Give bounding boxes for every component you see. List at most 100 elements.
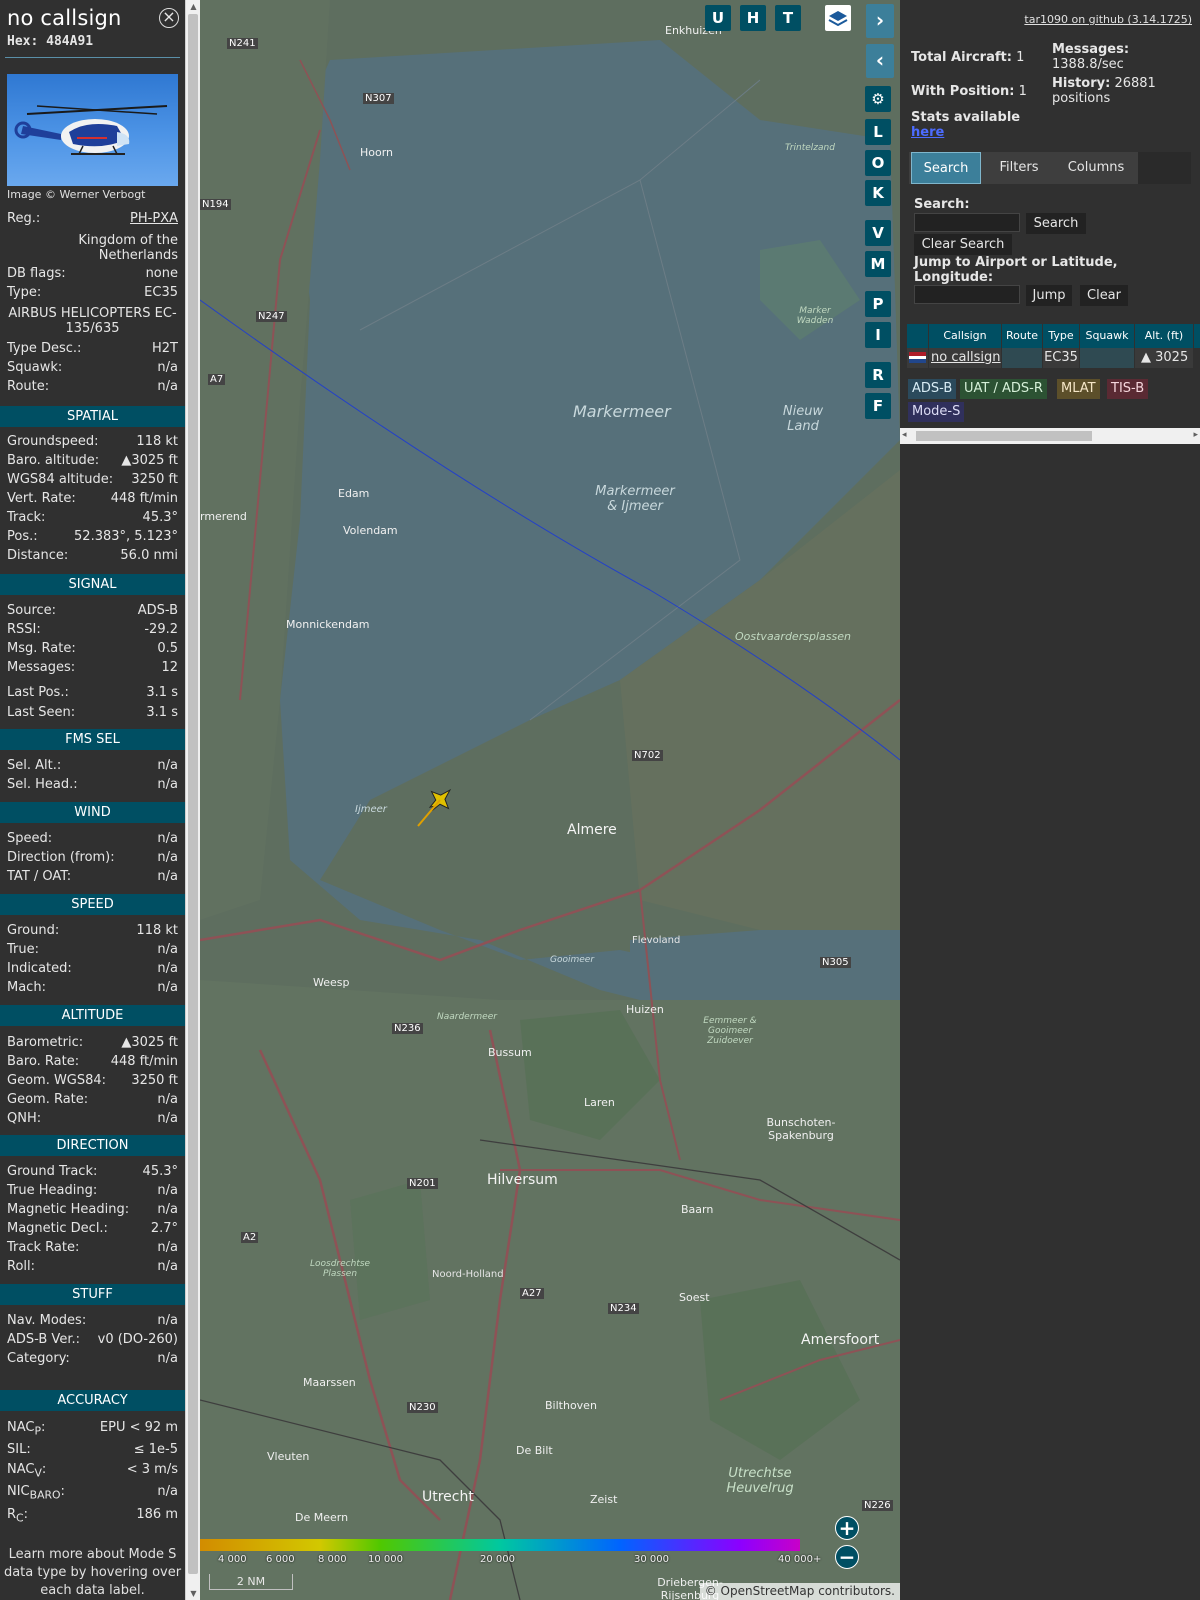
search-button[interactable]: Search [1026, 213, 1086, 234]
close-icon[interactable]: × [159, 8, 179, 28]
source-badge-tisb: TIS-B [1107, 379, 1149, 399]
section-accuracy: ACCURACY [0, 1390, 185, 1411]
field-label: Distance: [7, 548, 69, 563]
table-horizontal-scrollbar[interactable]: ◂ ▸ [900, 428, 1200, 444]
messages-value: 1388.8/sec [1052, 57, 1124, 72]
map-toggle-v-button[interactable]: V [865, 220, 891, 246]
learn-more-line: Learn more about Mode S [8, 1547, 177, 1562]
map-toggle-p-button[interactable]: P [865, 291, 891, 317]
field-value: 45.3° [142, 510, 178, 525]
hex-row: Hex: 484A91 [0, 34, 185, 52]
field-value: 56.0 nmi [120, 548, 178, 563]
field-value: n/a [157, 869, 178, 884]
road-label: N307 [363, 93, 394, 104]
field-label: Barometric: [7, 1035, 84, 1050]
map-canvas[interactable] [200, 0, 900, 1600]
place-label: De Meern [295, 1511, 349, 1524]
scrollbar-thumb[interactable] [916, 431, 1092, 441]
clear-button[interactable]: Clear [1080, 285, 1128, 306]
chevron-right-icon[interactable]: › [866, 4, 894, 38]
type-desc-value: H2T [152, 341, 178, 356]
search-input[interactable] [914, 213, 1020, 232]
scroll-right-icon[interactable]: ▸ [1193, 430, 1198, 440]
map-toggle-m-button[interactable]: M [865, 251, 891, 277]
spatial-row: WGS84 altitude: 3250 ft [7, 472, 178, 490]
map-toggle-l-button[interactable]: L [865, 119, 891, 145]
column-header-route[interactable]: Route [1002, 324, 1042, 348]
place-label: rmerend [200, 510, 247, 523]
map-toggle-r-button[interactable]: R [865, 362, 891, 388]
altitude-row: Geom. WGS84: 3250 ft [7, 1073, 178, 1091]
field-label: SIL: [7, 1442, 31, 1457]
map-toggle-i-button[interactable]: I [865, 322, 891, 348]
db-flags-value: none [145, 266, 178, 281]
accuracy-row: SIL: ≤ 1e-5 [7, 1442, 178, 1460]
place-label: Laren [584, 1096, 615, 1109]
reg-link[interactable]: PH-PXA [130, 211, 178, 226]
column-header-callsign[interactable]: Callsign [929, 324, 1001, 348]
type-row: Type: EC35 [7, 285, 178, 303]
map-toggle-o-button[interactable]: O [865, 150, 891, 176]
callsign-cell[interactable]: no callsign [929, 348, 1001, 368]
column-header-type[interactable]: Type [1043, 324, 1079, 348]
field-label: TAT / OAT: [7, 869, 72, 884]
zoom-out-button[interactable]: − [835, 1545, 859, 1569]
altitude-cell: ▲ 3025 [1135, 348, 1193, 368]
place-label: Almere [567, 822, 617, 838]
osm-link[interactable]: OpenStreetMap [721, 1584, 815, 1598]
scroll-down-icon[interactable]: ▼ [186, 1587, 201, 1600]
map-toggle-u-button[interactable]: U [705, 5, 731, 31]
speed-row: True: n/a [7, 942, 178, 960]
map-view[interactable]: Enkhuizen Hoorn Markermeer Markermeer & … [200, 0, 900, 1600]
map-toggle-k-button[interactable]: K [865, 180, 891, 206]
squawk-value: n/a [157, 360, 178, 375]
map-toggle-f-button[interactable]: F [865, 393, 891, 419]
column-header-squawk[interactable]: Squawk [1080, 324, 1134, 348]
direction-row: Track Rate: n/a [7, 1240, 178, 1258]
spatial-row: Distance: 56.0 nmi [7, 548, 178, 566]
field-value: 3250 ft [131, 472, 178, 487]
column-header-altitude[interactable]: Alt. (ft) [1135, 324, 1193, 348]
jump-input[interactable] [914, 285, 1020, 304]
tab-filters[interactable]: Filters [984, 152, 1054, 184]
field-label: Magnetic Heading: [7, 1202, 130, 1217]
stats-here-link[interactable]: here [911, 125, 944, 140]
aircraft-info-panel: no callsign × Hex: 484A91 Image © Werner… [0, 0, 185, 1600]
table-row[interactable]: no callsign EC35 ▲ 3025 [907, 348, 1200, 368]
field-label: Nav. Modes: [7, 1313, 87, 1328]
scroll-left-icon[interactable]: ◂ [902, 430, 907, 440]
aircraft-photo[interactable] [7, 74, 178, 186]
tab-columns[interactable]: Columns [1057, 152, 1135, 184]
layers-icon[interactable] [825, 5, 851, 31]
github-link[interactable]: tar1090 on github (3.14.1725) [1024, 13, 1192, 26]
field-label: Geom. Rate: [7, 1092, 89, 1107]
field-value: n/a [157, 850, 178, 865]
clear-search-button[interactable]: Clear Search [914, 234, 1012, 255]
field-label: Sel. Head.: [7, 777, 78, 792]
map-toggle-h-button[interactable]: H [740, 5, 766, 31]
settings-gear-icon[interactable]: ⚙ [865, 86, 891, 112]
tab-search[interactable]: Search [911, 152, 981, 184]
map-toggle-t-button[interactable]: T [775, 5, 801, 31]
road-label: N234 [608, 1303, 639, 1314]
info-panel-scrollbar[interactable]: ▲ ▼ [185, 0, 200, 1600]
spatial-row: Track: 45.3° [7, 510, 178, 528]
country: Kingdom of the Netherlands [7, 233, 178, 263]
tab-more[interactable] [1138, 152, 1191, 184]
scroll-up-icon[interactable]: ▲ [186, 0, 201, 13]
signal-row: Source: ADS-B [7, 603, 178, 621]
messages-label: Messages: [1052, 42, 1130, 57]
field-label-text: NIC [7, 1484, 30, 1499]
learn-more-line: data type by hovering over [3, 1565, 182, 1580]
speed-row: Indicated: n/a [7, 961, 178, 979]
place-label: Edam [338, 487, 370, 500]
scrollbar-thumb[interactable] [188, 14, 198, 1574]
section-direction: DIRECTION [0, 1135, 185, 1156]
zoom-in-button[interactable]: + [835, 1516, 859, 1540]
field-label-sub: P [34, 1424, 41, 1438]
road-label: N194 [200, 199, 231, 210]
jump-button[interactable]: Jump [1026, 285, 1072, 306]
road-label: N247 [256, 311, 287, 322]
chevron-left-icon[interactable]: ‹ [866, 44, 894, 78]
place-label: Maarssen [303, 1376, 356, 1389]
